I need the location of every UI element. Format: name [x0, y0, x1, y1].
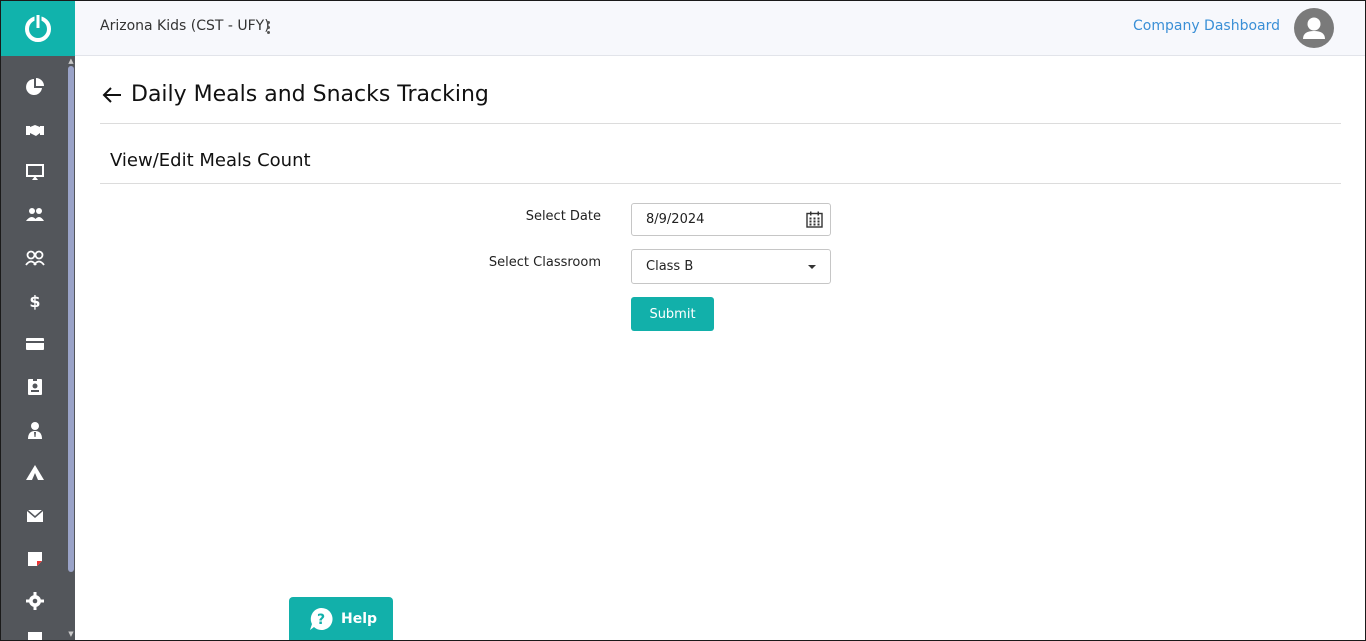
- sidebar-item-attendance[interactable]: [22, 374, 48, 400]
- sidebar-item-payments[interactable]: [22, 331, 48, 357]
- sidebar-item-staff[interactable]: [22, 202, 48, 228]
- app-logo[interactable]: [0, 0, 75, 56]
- svg-text:$: $: [29, 292, 40, 311]
- divider: [100, 123, 1341, 124]
- sidebar-item-presentations[interactable]: [22, 159, 48, 185]
- sidebar-item-billing[interactable]: $: [22, 288, 48, 314]
- dollar-icon: $: [29, 292, 40, 311]
- scroll-up-icon[interactable]: ▲: [67, 57, 75, 65]
- svg-text:?: ?: [317, 612, 325, 628]
- help-chat-icon: ?: [310, 607, 333, 630]
- select-date-label: Select Date: [525, 209, 601, 224]
- sidebar-item-admin[interactable]: [22, 417, 48, 443]
- date-input[interactable]: 8/9/2024: [631, 203, 831, 236]
- select-classroom-label: Select Classroom: [488, 255, 601, 270]
- date-value: 8/9/2024: [646, 212, 705, 227]
- children-icon: [25, 250, 45, 266]
- top-header: Arizona Kids (CST - UFY) Company Dashboa…: [75, 0, 1366, 56]
- scrollbar-thumb[interactable]: [68, 66, 74, 572]
- classroom-select[interactable]: Class B: [631, 249, 831, 284]
- page-title: Daily Meals and Snacks Tracking: [131, 82, 489, 107]
- credit-card-icon: [26, 338, 44, 350]
- divider: [100, 183, 1341, 184]
- organization-name[interactable]: Arizona Kids (CST - UFY): [100, 18, 270, 34]
- envelope-icon: [26, 509, 44, 522]
- submit-button[interactable]: Submit: [631, 297, 714, 331]
- sidebar-item-partners[interactable]: [22, 117, 48, 143]
- sidebar-item-notes[interactable]: [22, 546, 48, 572]
- classroom-value: Class B: [646, 259, 694, 274]
- back-arrow-icon[interactable]: [100, 84, 124, 106]
- sidebar-item-messages[interactable]: [22, 503, 48, 529]
- kebab-menu-icon[interactable]: [263, 18, 273, 36]
- campground-icon: [26, 465, 44, 480]
- id-badge-icon: [28, 378, 42, 395]
- power-icon: [24, 13, 51, 42]
- company-dashboard-link[interactable]: Company Dashboard: [1133, 18, 1280, 34]
- sidebar-item-settings[interactable]: [22, 588, 48, 614]
- section-title: View/Edit Meals Count: [110, 150, 311, 171]
- sidebar: $ ▲ ▼: [0, 56, 75, 641]
- avatar[interactable]: [1294, 8, 1334, 48]
- user-icon: [1303, 17, 1325, 39]
- help-label: Help: [341, 611, 378, 627]
- sidebar-item-children[interactable]: [22, 245, 48, 271]
- scroll-down-icon[interactable]: ▼: [67, 630, 75, 638]
- partial-icon: [28, 632, 42, 641]
- user-tie-icon: [28, 422, 42, 439]
- caret-down-icon: [808, 265, 816, 269]
- sidebar-item-more[interactable]: [22, 628, 48, 641]
- sidebar-item-camps[interactable]: [22, 460, 48, 486]
- sidebar-item-dashboard[interactable]: [22, 74, 48, 100]
- sidebar-scrollbar[interactable]: ▲ ▼: [66, 56, 75, 641]
- sticky-note-icon: [28, 552, 42, 566]
- pie-chart-icon: [26, 78, 44, 95]
- presentation-icon: [26, 164, 44, 180]
- calendar-icon[interactable]: [806, 211, 823, 228]
- users-icon: [26, 208, 44, 221]
- gear-icon: [26, 592, 44, 610]
- handshake-icon: [26, 125, 44, 136]
- help-button[interactable]: ? Help: [289, 597, 393, 641]
